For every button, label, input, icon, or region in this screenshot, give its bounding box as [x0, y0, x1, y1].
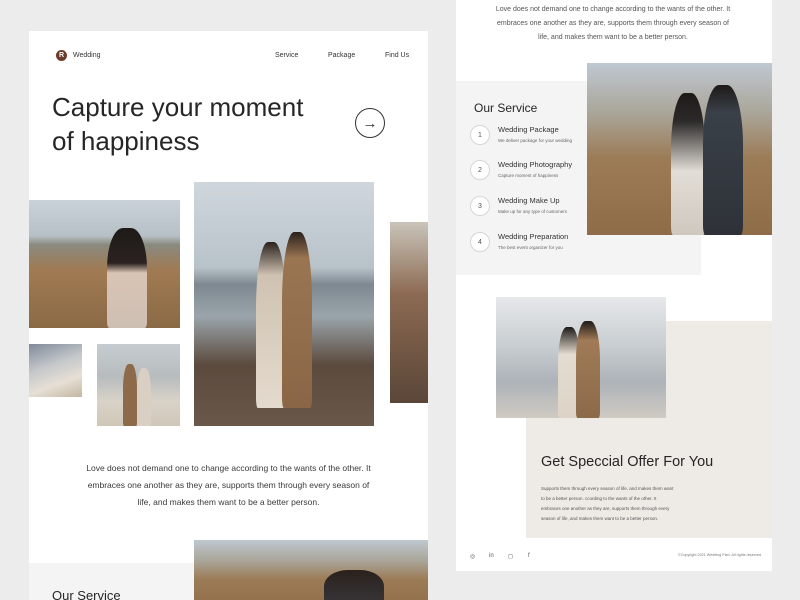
service-name: Wedding Preparation — [498, 232, 569, 241]
brand-logo[interactable]: R — [56, 50, 67, 61]
love-quote: Love does not demand one to change accor… — [81, 460, 376, 511]
hero-title-line-2: of happiness — [52, 126, 200, 156]
brand-name[interactable]: Wedding — [73, 52, 101, 59]
photo-couple-beach — [97, 344, 180, 426]
service-description: Make up for any type of customers — [498, 209, 568, 214]
photo-couple-sea — [496, 297, 666, 418]
special-offer-text: Supports them through every season of li… — [541, 484, 676, 524]
nav-service[interactable]: Service — [275, 52, 298, 59]
service-name: Wedding Package — [498, 125, 559, 134]
offer-line-1: Supports them through every season of li… — [541, 486, 674, 491]
quote-top-line-3: life, and makes them want to be a better… — [538, 34, 688, 41]
quote-top-line-2: embraces one another as they are, suppor… — [497, 20, 729, 27]
landing-page-right: Love does not demand one to change accor… — [456, 0, 772, 571]
bride-figure — [107, 228, 147, 328]
groom-figure — [282, 232, 312, 408]
service-description: We deliver package for your wedding — [498, 138, 572, 143]
service-number: 2 — [470, 160, 490, 180]
service-description: The best event organizer for you — [498, 245, 563, 250]
groom-figure — [123, 364, 137, 426]
hero-title-line-1: Capture your moment — [52, 92, 304, 122]
landing-page-left: R Wedding Service Package Find Us Captur… — [29, 31, 428, 600]
services-title: Our Service — [474, 101, 538, 115]
instagram-icon[interactable]: ◻ — [508, 553, 516, 561]
photo-bride-portrait — [29, 200, 180, 328]
love-quote-top: Love does not demand one to change accor… — [488, 3, 738, 45]
service-name: Wedding Make Up — [498, 196, 560, 205]
service-name: Wedding Photography — [498, 160, 573, 169]
quote-line-2: embraces one another as they are, suppor… — [87, 480, 370, 490]
groom-figure — [576, 321, 600, 418]
offer-line-3: embraces one another as they are, suppor… — [541, 506, 670, 511]
bride-figure — [137, 368, 151, 426]
photo-couple-dock — [194, 182, 374, 426]
linkedin-icon[interactable]: in — [489, 553, 497, 561]
dribbble-icon[interactable]: ◎ — [470, 553, 478, 561]
offer-line-2: to be a better person. ccording to the w… — [541, 496, 657, 501]
services-title-preview: Our Service — [52, 588, 121, 600]
service-number: 4 — [470, 232, 490, 252]
hero-title: Capture your moment of happiness — [52, 90, 322, 158]
quote-top-line-1: Love does not demand one to change accor… — [495, 6, 731, 13]
photo-cliff-partial — [390, 222, 428, 403]
quote-line-3: life, and makes them want to be a better… — [137, 497, 320, 507]
next-arrow-button[interactable]: → — [355, 108, 385, 138]
photo-couple-field-preview — [194, 540, 428, 600]
photo-couple-field — [587, 63, 772, 235]
logo-letter: R — [58, 52, 65, 59]
copyright-text: ©Copyright 2021 Wedding Plan. All rights… — [678, 553, 761, 557]
offer-line-4: season of life, and makes them want to b… — [541, 516, 659, 521]
service-item[interactable]: 4 Wedding Preparation The best event org… — [470, 232, 660, 260]
nav-find-us[interactable]: Find Us — [385, 52, 409, 59]
couple-figure — [324, 570, 384, 600]
quote-line-1: Love does not demand one to change accor… — [86, 463, 371, 473]
photo-couple-closeup — [29, 344, 82, 397]
facebook-icon[interactable]: f — [528, 553, 536, 561]
special-offer-title: Get Speccial Offer For You — [541, 454, 714, 470]
arrow-right-icon: → — [362, 114, 378, 132]
bride-figure — [671, 93, 705, 235]
nav-package[interactable]: Package — [328, 52, 355, 59]
service-number: 3 — [470, 196, 490, 216]
groom-figure — [703, 85, 743, 235]
service-description: Capture moment of happiness — [498, 173, 559, 178]
service-number: 1 — [470, 125, 490, 145]
